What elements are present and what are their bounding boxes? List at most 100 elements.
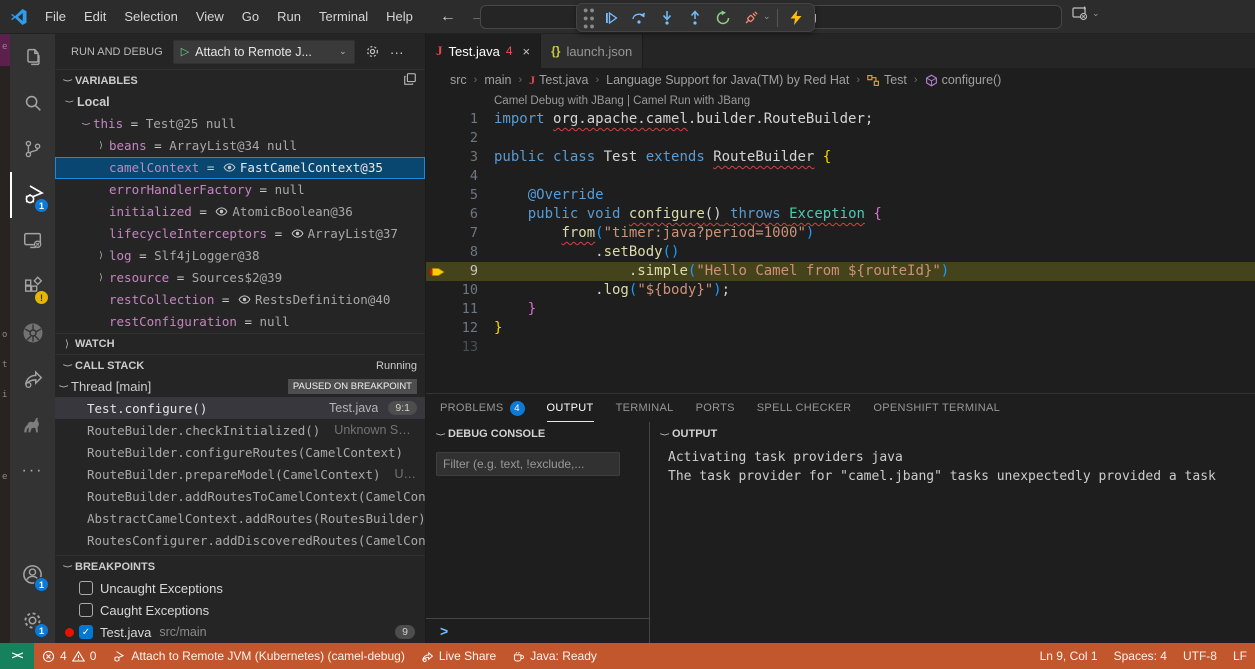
- remote-indicator[interactable]: ><: [0, 643, 34, 669]
- panel-tab-terminal[interactable]: TERMINAL: [616, 394, 674, 422]
- editor-gutter[interactable]: 7: [426, 224, 478, 243]
- activity-live-share[interactable]: [10, 356, 55, 402]
- statusbar-debug-session[interactable]: Attach to Remote JVM (Kubernetes) (camel…: [104, 643, 412, 669]
- editor-gutter[interactable]: 5: [426, 186, 478, 205]
- variable-row[interactable]: restCollection = RestsDefinition@40: [55, 289, 425, 311]
- editor-gutter[interactable]: 10: [426, 281, 478, 300]
- disconnect-button[interactable]: [739, 6, 763, 30]
- stack-frame-row[interactable]: RouteBuilder.checkInitialized()Unknown S…: [55, 419, 425, 441]
- activity-source-control[interactable]: [10, 126, 55, 172]
- statusbar-live-share[interactable]: Live Share: [413, 643, 504, 669]
- code-line[interactable]: 13: [426, 338, 1255, 357]
- variable-row[interactable]: camelContext = FastCamelContext@35: [55, 157, 425, 179]
- breadcrumb-item[interactable]: configure(): [925, 73, 1002, 87]
- variable-row[interactable]: ⟩resource = Sources$2@39: [55, 267, 425, 289]
- code-line[interactable]: 8 .setBody(): [426, 243, 1255, 262]
- panel-tab-output[interactable]: OUTPUT: [547, 394, 594, 422]
- code-line[interactable]: 4: [426, 167, 1255, 186]
- activity-kubernetes[interactable]: [10, 310, 55, 356]
- tab-launch-json[interactable]: {}launch.json: [541, 34, 643, 68]
- step-out-button[interactable]: [683, 6, 707, 30]
- menu-edit[interactable]: Edit: [75, 0, 115, 34]
- debug-console-header[interactable]: ⟩ DEBUG CONSOLE: [426, 422, 649, 446]
- statusbar-problems[interactable]: 40: [34, 643, 104, 669]
- menu-terminal[interactable]: Terminal: [310, 0, 377, 34]
- breadcrumb-item[interactable]: main: [484, 73, 511, 87]
- step-into-button[interactable]: [655, 6, 679, 30]
- editor-gutter[interactable]: 9: [426, 262, 478, 281]
- stack-frame-row[interactable]: Test.configure()Test.java9:1: [55, 397, 425, 419]
- breakpoint-row[interactable]: Uncaught Exceptions: [55, 577, 425, 599]
- code-line[interactable]: 1import org.apache.camel.builder.RouteBu…: [426, 110, 1255, 129]
- variable-row[interactable]: ⟩log = Slf4jLogger@38: [55, 245, 425, 267]
- code-line[interactable]: 10 .log("${body}");: [426, 281, 1255, 300]
- nav-back-button[interactable]: ←: [440, 8, 456, 26]
- breakpoint-checkbox[interactable]: ✓: [79, 625, 93, 639]
- variable-scope-row[interactable]: ⟩Local: [55, 91, 425, 113]
- breakpoint-checkbox[interactable]: [79, 581, 93, 595]
- code-line[interactable]: 12}: [426, 319, 1255, 338]
- statusbar-cursor-position[interactable]: Ln 9, Col 1: [1032, 649, 1106, 663]
- menu-go[interactable]: Go: [233, 0, 268, 34]
- breakpoint-row[interactable]: Caught Exceptions: [55, 599, 425, 621]
- editor-gutter[interactable]: 2: [426, 129, 478, 148]
- watch-section-header[interactable]: ⟩ WATCH: [55, 333, 425, 355]
- disconnect-dropdown-chevron-icon[interactable]: ⌄: [763, 11, 771, 22]
- editor-gutter[interactable]: 3: [426, 148, 478, 167]
- variable-row[interactable]: lifecycleInterceptors = ArrayList@37: [55, 223, 425, 245]
- breadcrumb-item[interactable]: JTest.java: [529, 73, 588, 88]
- debug-console-filter-input[interactable]: [436, 452, 620, 476]
- variable-row[interactable]: ⟩this = Test@25 null: [55, 113, 425, 135]
- editor-gutter[interactable]: 11: [426, 300, 478, 319]
- panel-tab-ports[interactable]: PORTS: [696, 394, 735, 422]
- stack-frame-row[interactable]: RouteBuilder.prepareModel(CamelContext)U…: [55, 463, 425, 485]
- call-stack-section-header[interactable]: ⟩ CALL STACK Running: [55, 354, 425, 376]
- launch-config-picker[interactable]: ▷ Attach to Remote J... ⌄: [173, 40, 355, 64]
- thread-row[interactable]: ⟩ Thread [main] PAUSED ON BREAKPOINT: [55, 376, 425, 398]
- toolbar-grip-icon[interactable]: ●●●●●●: [583, 6, 595, 30]
- variable-row[interactable]: restConfiguration = null: [55, 311, 425, 333]
- statusbar-eol[interactable]: LF: [1225, 649, 1255, 663]
- variable-row[interactable]: errorHandlerFactory = null: [55, 179, 425, 201]
- stack-frame-row[interactable]: AbstractCamelContext.addRoutes(RoutesBui…: [55, 507, 425, 529]
- activity-settings[interactable]: 1: [10, 597, 55, 643]
- code-line[interactable]: 7 from("timer:java?period=1000"): [426, 224, 1255, 243]
- menu-view[interactable]: View: [187, 0, 233, 34]
- menu-help[interactable]: Help: [377, 0, 422, 34]
- menu-run[interactable]: Run: [268, 0, 310, 34]
- code-line[interactable]: 6 public void configure() throws Excepti…: [426, 205, 1255, 224]
- lazy-eval-eye-icon[interactable]: [215, 205, 228, 218]
- stack-frame-row[interactable]: RouteBuilder.addRoutesToCamelContext(Cam…: [55, 485, 425, 507]
- breakpoints-section-header[interactable]: ⟩ BREAKPOINTS: [55, 555, 425, 577]
- breadcrumb[interactable]: src›main›JTest.java›Language Support for…: [426, 68, 1255, 92]
- copy-icon[interactable]: [403, 72, 417, 89]
- editor-gutter[interactable]: 8: [426, 243, 478, 262]
- debug-console-repl-prompt[interactable]: >: [426, 618, 649, 643]
- restart-button[interactable]: [711, 6, 735, 30]
- variables-section-header[interactable]: ⟩ VARIABLES: [55, 69, 425, 91]
- code-line[interactable]: 9 .simple("Hello Camel from ${routeId}"): [426, 262, 1255, 281]
- code-line[interactable]: 5 @Override: [426, 186, 1255, 205]
- statusbar-encoding[interactable]: UTF-8: [1175, 649, 1225, 663]
- activity-camel[interactable]: [10, 402, 55, 448]
- activity-extensions[interactable]: !: [10, 264, 55, 310]
- menu-file[interactable]: File: [36, 0, 75, 34]
- code-line[interactable]: 3public class Test extends RouteBuilder …: [426, 148, 1255, 167]
- statusbar-indentation[interactable]: Spaces: 4: [1106, 649, 1175, 663]
- menu-selection[interactable]: Selection: [115, 0, 186, 34]
- more-actions-icon[interactable]: ···: [390, 44, 404, 60]
- tab-test-java[interactable]: JTest.java4×: [426, 34, 541, 68]
- continue-button[interactable]: [599, 6, 623, 30]
- breadcrumb-item[interactable]: src: [450, 73, 467, 87]
- activity-accounts[interactable]: 1: [10, 551, 55, 597]
- output-log[interactable]: Activating task providers javaThe task p…: [650, 446, 1255, 486]
- code-editor[interactable]: Camel Debug with JBang | Camel Run with …: [426, 92, 1255, 393]
- activity-search[interactable]: [10, 80, 55, 126]
- statusbar-java-status[interactable]: Java: Ready: [504, 643, 605, 669]
- breakpoint-checkbox[interactable]: [79, 603, 93, 617]
- hot-code-replace-button[interactable]: [784, 6, 808, 30]
- activity-more[interactable]: ···: [10, 448, 55, 494]
- stack-frame-row[interactable]: RoutesConfigurer.addDiscoveredRoutes(Cam…: [55, 529, 425, 551]
- output-header[interactable]: ⟩ OUTPUT: [650, 422, 1255, 446]
- variable-row[interactable]: initialized = AtomicBoolean@36: [55, 201, 425, 223]
